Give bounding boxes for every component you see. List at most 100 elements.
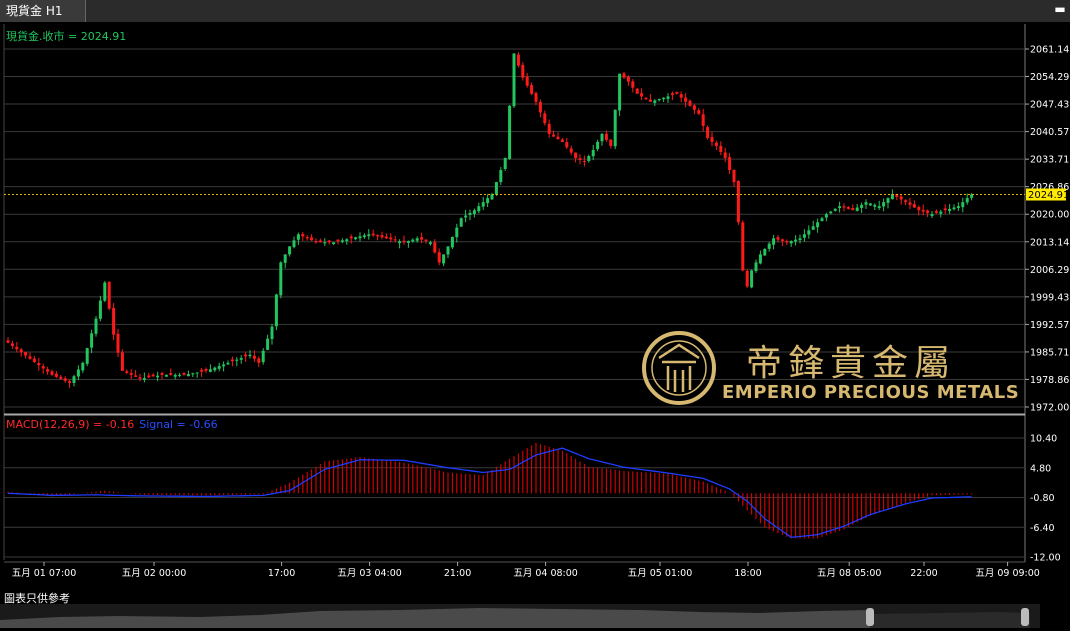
candle-body: [829, 211, 833, 214]
candle-body: [877, 206, 881, 208]
candle-body: [279, 262, 283, 296]
candle-body: [833, 208, 837, 211]
candle-body: [472, 210, 476, 215]
candle-body: [239, 358, 243, 360]
candle-body: [103, 282, 107, 301]
candle-body: [98, 300, 102, 319]
candle-body: [560, 139, 564, 142]
candle-body: [437, 252, 441, 263]
candle-body: [424, 239, 428, 241]
candle-body: [921, 209, 925, 212]
candle-body: [736, 180, 740, 223]
candle-body: [468, 212, 472, 215]
candle-body: [794, 239, 798, 242]
candle-body: [90, 333, 94, 348]
candle-body: [908, 202, 912, 205]
candle-body: [450, 236, 454, 248]
candle-body: [125, 371, 129, 373]
candle-body: [948, 208, 952, 212]
candle-body: [811, 226, 815, 230]
candle-body: [530, 85, 534, 94]
candle-body: [266, 338, 270, 350]
candle-body: [569, 148, 573, 153]
candle-body: [433, 242, 437, 253]
time-tick-label: 五月 04 08:00: [513, 568, 578, 579]
candle-body: [76, 369, 80, 377]
candle-body: [393, 239, 397, 241]
candle-body: [217, 366, 221, 369]
candle-body: [28, 356, 32, 359]
candle-body: [956, 206, 960, 208]
candle-body: [662, 97, 666, 100]
candle-body: [904, 200, 908, 203]
candle-body: [873, 204, 877, 207]
candle-body: [151, 374, 155, 377]
candle-body: [406, 240, 410, 243]
candle-body: [780, 239, 784, 241]
candle-body: [728, 157, 732, 171]
candle-body: [785, 240, 789, 243]
candle-body: [934, 211, 938, 213]
price-tick-label: 2054.29: [1030, 72, 1069, 83]
price-tick-label: 1978.86: [1030, 375, 1069, 386]
candle-body: [644, 97, 648, 100]
candle-body: [714, 142, 718, 146]
price-tick-label: 2006.29: [1030, 265, 1069, 276]
candle-body: [741, 222, 745, 271]
overview-strip: [0, 608, 1030, 628]
candle-body: [85, 348, 89, 364]
candle-body: [609, 139, 613, 146]
candle-body: [939, 211, 943, 214]
time-tick-label: 五月 08 05:00: [817, 568, 882, 579]
candle-body: [855, 207, 859, 211]
candle-body: [345, 239, 349, 242]
candle-body: [191, 373, 195, 375]
candle-body: [820, 218, 824, 222]
candle-body: [41, 366, 45, 369]
macd-legend: MACD(12,26,9) = -0.16 Signal = -0.66: [6, 418, 218, 431]
candle-body: [842, 206, 846, 208]
price-tick-label: 1972.00: [1030, 403, 1069, 414]
candle-body: [758, 254, 762, 264]
candle-body: [244, 354, 248, 357]
candle-body: [252, 355, 256, 359]
time-tick-label: 22:00: [910, 568, 937, 579]
candle-body: [926, 210, 930, 213]
price-tick-label: 2020.00: [1030, 210, 1069, 221]
candle-body: [340, 240, 344, 242]
candle-body: [59, 376, 63, 379]
scroll-handle-right[interactable]: [1021, 608, 1029, 626]
candle-body: [534, 93, 538, 102]
candle-body: [701, 114, 705, 126]
candle-body: [292, 240, 296, 248]
candle-body: [332, 242, 336, 245]
candle-body: [723, 152, 727, 158]
candle-body: [591, 149, 595, 157]
candle-body: [574, 152, 578, 158]
macd-tick-label: -12.00: [1030, 553, 1061, 564]
candle-body: [301, 234, 305, 237]
candle-body: [604, 133, 608, 140]
scroll-handle-left[interactable]: [866, 608, 874, 626]
candle-body: [314, 241, 318, 243]
candle-body: [129, 373, 133, 375]
candle-body: [288, 246, 292, 255]
candle-body: [442, 254, 446, 264]
price-tick-label: 2047.43: [1030, 100, 1069, 111]
candle-body: [600, 133, 604, 142]
candle-body: [732, 169, 736, 183]
candle-body: [230, 359, 234, 362]
candle-body: [965, 198, 969, 203]
candle-body: [525, 76, 529, 86]
chart-scrollbar[interactable]: [0, 604, 1040, 628]
candle-body: [169, 373, 173, 375]
candle-body: [138, 377, 142, 379]
candle-body: [512, 53, 516, 107]
candle-body: [411, 239, 415, 242]
candle-body: [156, 375, 160, 378]
candle-body: [816, 222, 820, 228]
candle-body: [134, 375, 138, 377]
candle-body: [323, 242, 327, 244]
candle-body: [54, 373, 58, 377]
time-tick-label: 五月 09 09:00: [975, 568, 1040, 579]
